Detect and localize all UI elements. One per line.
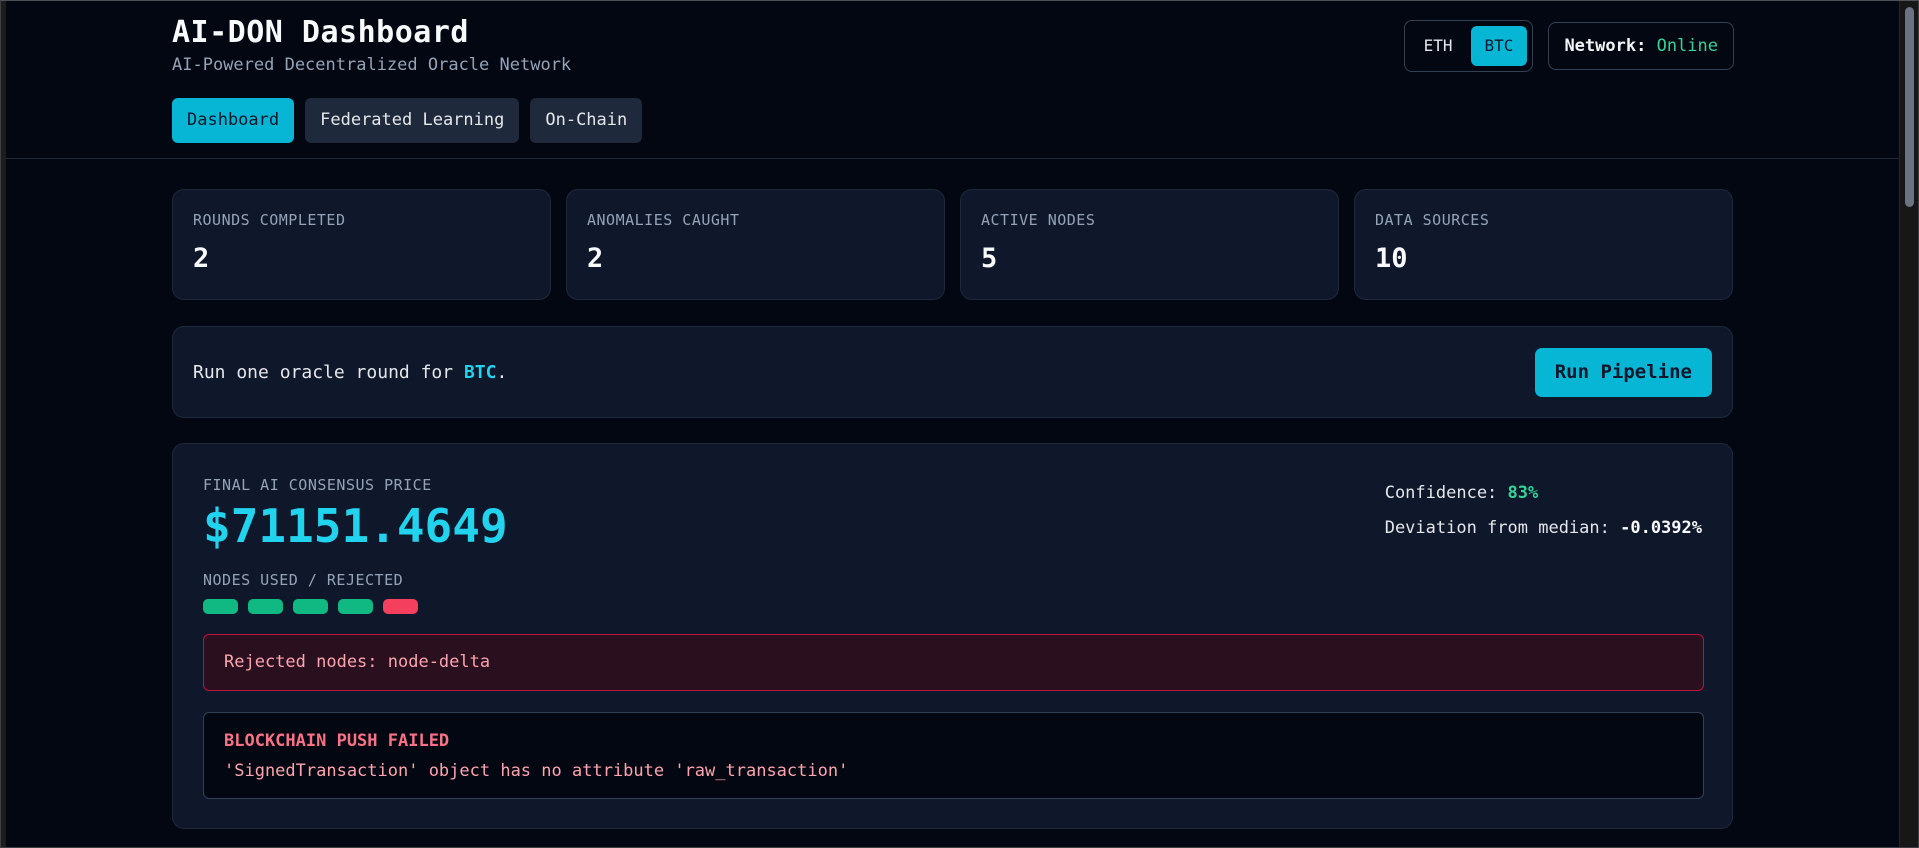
- asset-btc-button[interactable]: BTC: [1470, 26, 1528, 66]
- asset-toggle: ETH BTC: [1403, 20, 1534, 72]
- header-controls: ETH BTC Network: Online: [1403, 20, 1734, 72]
- asset-eth-button[interactable]: ETH: [1410, 26, 1467, 66]
- stat-value: 2: [587, 243, 604, 274]
- confidence-label: Confidence:: [1384, 483, 1508, 503]
- node-bar-used: [203, 599, 238, 614]
- stat-card-active-nodes: ACTIVE NODES 5: [960, 189, 1339, 300]
- scrollbar-thumb[interactable]: [1905, 7, 1914, 207]
- pipeline-text-prefix: Run one oracle round for: [193, 362, 464, 383]
- stat-label: DATA SOURCES: [1375, 211, 1490, 229]
- run-pipeline-button[interactable]: Run Pipeline: [1534, 348, 1712, 397]
- top-header: AI-DON Dashboard AI-Powered Decentralize…: [2, 1, 1900, 159]
- stat-card-data-sources: DATA SOURCES 10: [1354, 189, 1733, 300]
- nodes-label: NODES USED / REJECTED: [203, 571, 404, 589]
- stat-label: ANOMALIES CAUGHT: [587, 211, 740, 229]
- stat-label: ROUNDS COMPLETED: [193, 211, 346, 229]
- window-edge: [1, 1, 6, 847]
- pipeline-description: Run one oracle round for BTC.: [193, 362, 507, 384]
- node-status-bars: [203, 599, 418, 614]
- stat-value: 10: [1375, 243, 1408, 274]
- stat-value: 5: [981, 243, 998, 274]
- node-bar-rejected: [383, 599, 418, 614]
- deviation-row: Deviation from median: -0.0392%: [1385, 511, 1702, 546]
- tab-dashboard[interactable]: Dashboard: [172, 98, 295, 143]
- tab-federated-learning[interactable]: Federated Learning: [305, 98, 520, 143]
- confidence-row: Confidence: 83%: [1385, 476, 1702, 511]
- consensus-metrics: Confidence: 83% Deviation from median: -…: [1385, 476, 1702, 546]
- stat-label: ACTIVE NODES: [981, 211, 1096, 229]
- network-status: Network: Online: [1548, 22, 1734, 70]
- page-content: AI-DON Dashboard AI-Powered Decentralize…: [2, 1, 1900, 847]
- rejected-nodes-alert: Rejected nodes: node-delta: [203, 634, 1704, 691]
- pipeline-text-suffix: .: [496, 362, 508, 383]
- network-status-label: Network:: [1564, 36, 1647, 56]
- node-bar-used: [293, 599, 328, 614]
- consensus-panel: FINAL AI CONSENSUS PRICE $71151.4649 Con…: [172, 443, 1733, 829]
- page-title: AI-DON Dashboard: [172, 15, 469, 50]
- confidence-value: 83%: [1507, 483, 1539, 503]
- pipeline-asset: BTC: [463, 362, 497, 383]
- consensus-label: FINAL AI CONSENSUS PRICE: [203, 476, 432, 494]
- pipeline-panel: Run one oracle round for BTC. Run Pipeli…: [172, 326, 1733, 418]
- stat-card-rounds: ROUNDS COMPLETED 2: [172, 189, 551, 300]
- network-status-value: Online: [1656, 36, 1718, 56]
- vertical-scrollbar[interactable]: [1899, 1, 1918, 847]
- blockchain-error-box: BLOCKCHAIN PUSH FAILED 'SignedTransactio…: [203, 712, 1704, 799]
- page-subtitle: AI-Powered Decentralized Oracle Network: [172, 55, 572, 75]
- deviation-value: -0.0392%: [1620, 518, 1702, 538]
- node-bar-used: [248, 599, 283, 614]
- consensus-price: $71151.4649: [203, 499, 508, 553]
- stats-row: ROUNDS COMPLETED 2 ANOMALIES CAUGHT 2 AC…: [172, 189, 1733, 300]
- browser-window: AI-DON Dashboard AI-Powered Decentralize…: [0, 0, 1919, 848]
- error-detail: 'SignedTransaction' object has no attrib…: [224, 761, 849, 781]
- deviation-label: Deviation from median:: [1384, 518, 1621, 538]
- stat-value: 2: [193, 243, 210, 274]
- brand: AI-DON Dashboard AI-Powered Decentralize…: [172, 13, 571, 77]
- main-nav: Dashboard Federated Learning On-Chain: [172, 98, 643, 143]
- error-title: BLOCKCHAIN PUSH FAILED: [224, 731, 450, 751]
- stat-card-anomalies: ANOMALIES CAUGHT 2: [566, 189, 945, 300]
- node-bar-used: [338, 599, 373, 614]
- tab-on-chain[interactable]: On-Chain: [530, 98, 643, 143]
